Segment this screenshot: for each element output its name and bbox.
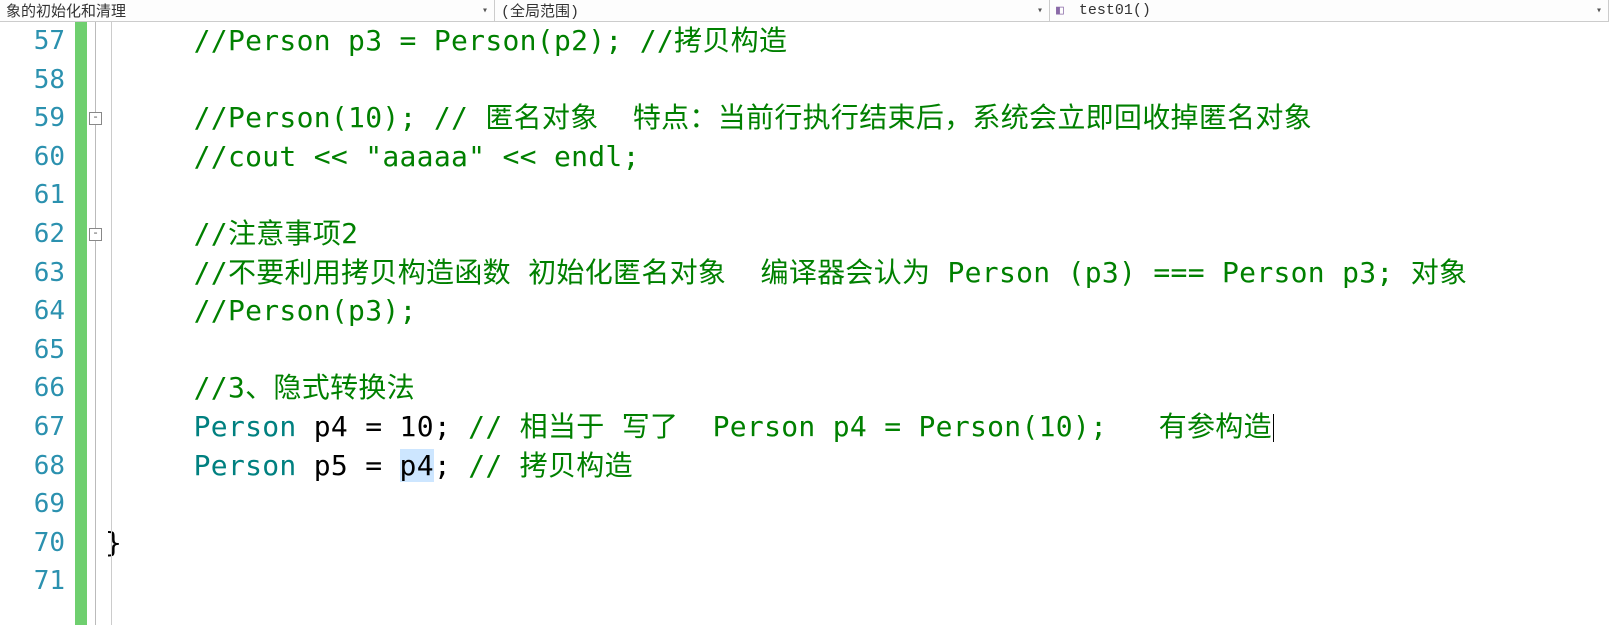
chevron-down-icon: ▾ xyxy=(1037,5,1043,17)
class-label: (全局范围) xyxy=(501,0,579,21)
class-dropdown[interactable]: (全局范围) ▾ xyxy=(495,0,1050,21)
line-number: 71 xyxy=(0,562,75,601)
indent-guide xyxy=(111,22,112,625)
line-number: 61 xyxy=(0,176,75,215)
code-line: //Person(p3); xyxy=(105,292,1609,331)
code-area[interactable]: //Person p3 = Person(p2); //拷贝构造 //Perso… xyxy=(105,22,1609,625)
fold-toggle[interactable]: - xyxy=(89,112,102,125)
scope-dropdown[interactable]: 象的初始化和清理 ▾ xyxy=(0,0,495,21)
code-line xyxy=(105,331,1609,370)
line-number: 58 xyxy=(0,61,75,100)
code-line: //3、隐式转换法 xyxy=(105,369,1609,408)
change-marker-bar xyxy=(75,22,87,625)
fold-toggle[interactable]: - xyxy=(89,228,102,241)
code-line xyxy=(105,485,1609,524)
code-line: //Person p3 = Person(p2); //拷贝构造 xyxy=(105,22,1609,61)
line-number: 57 xyxy=(0,22,75,61)
method-icon: ◧ xyxy=(1056,3,1064,18)
function-dropdown[interactable]: ◧ test01() ▾ xyxy=(1050,0,1609,21)
code-line: Person p4 = 10; // 相当于 写了 Person p4 = Pe… xyxy=(105,408,1609,447)
code-line: //不要利用拷贝构造函数 初始化匿名对象 编译器会认为 Person (p3) … xyxy=(105,254,1609,293)
chevron-down-icon: ▾ xyxy=(1596,5,1602,17)
chevron-down-icon: ▾ xyxy=(482,5,488,17)
code-line: //Person(10); // 匿名对象 特点：当前行执行结束后，系统会立即回… xyxy=(105,99,1609,138)
line-number: 60 xyxy=(0,138,75,177)
line-number: 64 xyxy=(0,292,75,331)
line-number: 59 xyxy=(0,99,75,138)
scope-label: 象的初始化和清理 xyxy=(6,0,126,21)
highlighted-token: p4 xyxy=(400,449,434,482)
code-line: //注意事项2 xyxy=(105,215,1609,254)
code-line xyxy=(105,562,1609,601)
navigation-bar: 象的初始化和清理 ▾ (全局范围) ▾ ◧ test01() ▾ xyxy=(0,0,1609,22)
line-number: 66 xyxy=(0,369,75,408)
line-number: 67 xyxy=(0,408,75,447)
code-line xyxy=(105,176,1609,215)
code-line: } xyxy=(105,524,1609,563)
line-number: 62 xyxy=(0,215,75,254)
line-number: 70 xyxy=(0,524,75,563)
function-label: test01() xyxy=(1079,2,1151,19)
code-line: Person p5 = p4; // 拷贝构造 xyxy=(105,447,1609,486)
line-number: 65 xyxy=(0,331,75,370)
line-number: 68 xyxy=(0,447,75,486)
line-number-gutter: 57 58 59 60 61 62 63 64 65 66 67 68 69 7… xyxy=(0,22,75,625)
code-line xyxy=(105,61,1609,100)
line-number: 69 xyxy=(0,485,75,524)
line-number: 63 xyxy=(0,254,75,293)
code-line: //cout << "aaaaa" << endl; xyxy=(105,138,1609,177)
fold-gutter: - - xyxy=(87,22,105,625)
code-editor[interactable]: 57 58 59 60 61 62 63 64 65 66 67 68 69 7… xyxy=(0,22,1609,625)
text-cursor xyxy=(1273,414,1274,442)
